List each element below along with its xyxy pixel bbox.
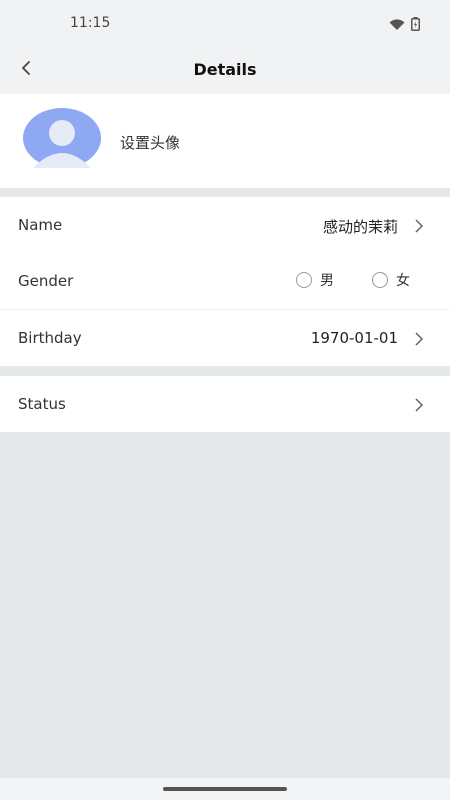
birthday-label: Birthday	[18, 329, 82, 347]
chevron-right-icon	[414, 331, 424, 346]
chevron-right-icon	[414, 218, 424, 233]
avatar-placeholder-icon	[23, 108, 101, 168]
status-row[interactable]: Status	[0, 376, 450, 432]
name-value: 感动的茉莉	[322, 218, 398, 236]
chevron-right-icon	[414, 397, 424, 412]
birthday-value: 1970-01-01	[310, 329, 398, 347]
nav-bar: Details	[0, 46, 450, 94]
wifi-icon	[389, 16, 405, 35]
status-icons	[389, 16, 420, 35]
gender-label: Gender	[18, 272, 74, 290]
gender-row: Gender 男 女	[0, 253, 450, 309]
radio-button[interactable]	[296, 272, 312, 288]
battery-charging-icon	[411, 16, 420, 35]
name-label: Name	[18, 216, 63, 234]
avatar-section[interactable]: 设置头像	[0, 94, 450, 188]
gender-option-label: 男	[320, 273, 334, 289]
home-indicator[interactable]	[163, 787, 287, 791]
gender-option-female[interactable]: 女	[372, 270, 410, 290]
birthday-row[interactable]: Birthday 1970-01-01	[0, 310, 450, 366]
profile-fields-group: Name 感动的茉莉 Gender 男 女 Birthday 1970-01-0…	[0, 197, 450, 366]
status-group: Status	[0, 376, 450, 432]
avatar[interactable]	[23, 108, 101, 168]
status-time: 11:15	[70, 15, 111, 31]
gender-option-label: 女	[396, 273, 410, 289]
status-bar: 11:15	[0, 0, 450, 46]
page-title: Details	[193, 60, 257, 79]
bottom-nav-area	[0, 778, 450, 800]
name-row[interactable]: Name 感动的茉莉	[0, 197, 450, 253]
status-label: Status	[18, 395, 66, 413]
gender-option-male[interactable]: 男	[296, 270, 334, 290]
radio-button[interactable]	[372, 272, 388, 288]
set-avatar-label: 设置头像	[120, 134, 181, 152]
